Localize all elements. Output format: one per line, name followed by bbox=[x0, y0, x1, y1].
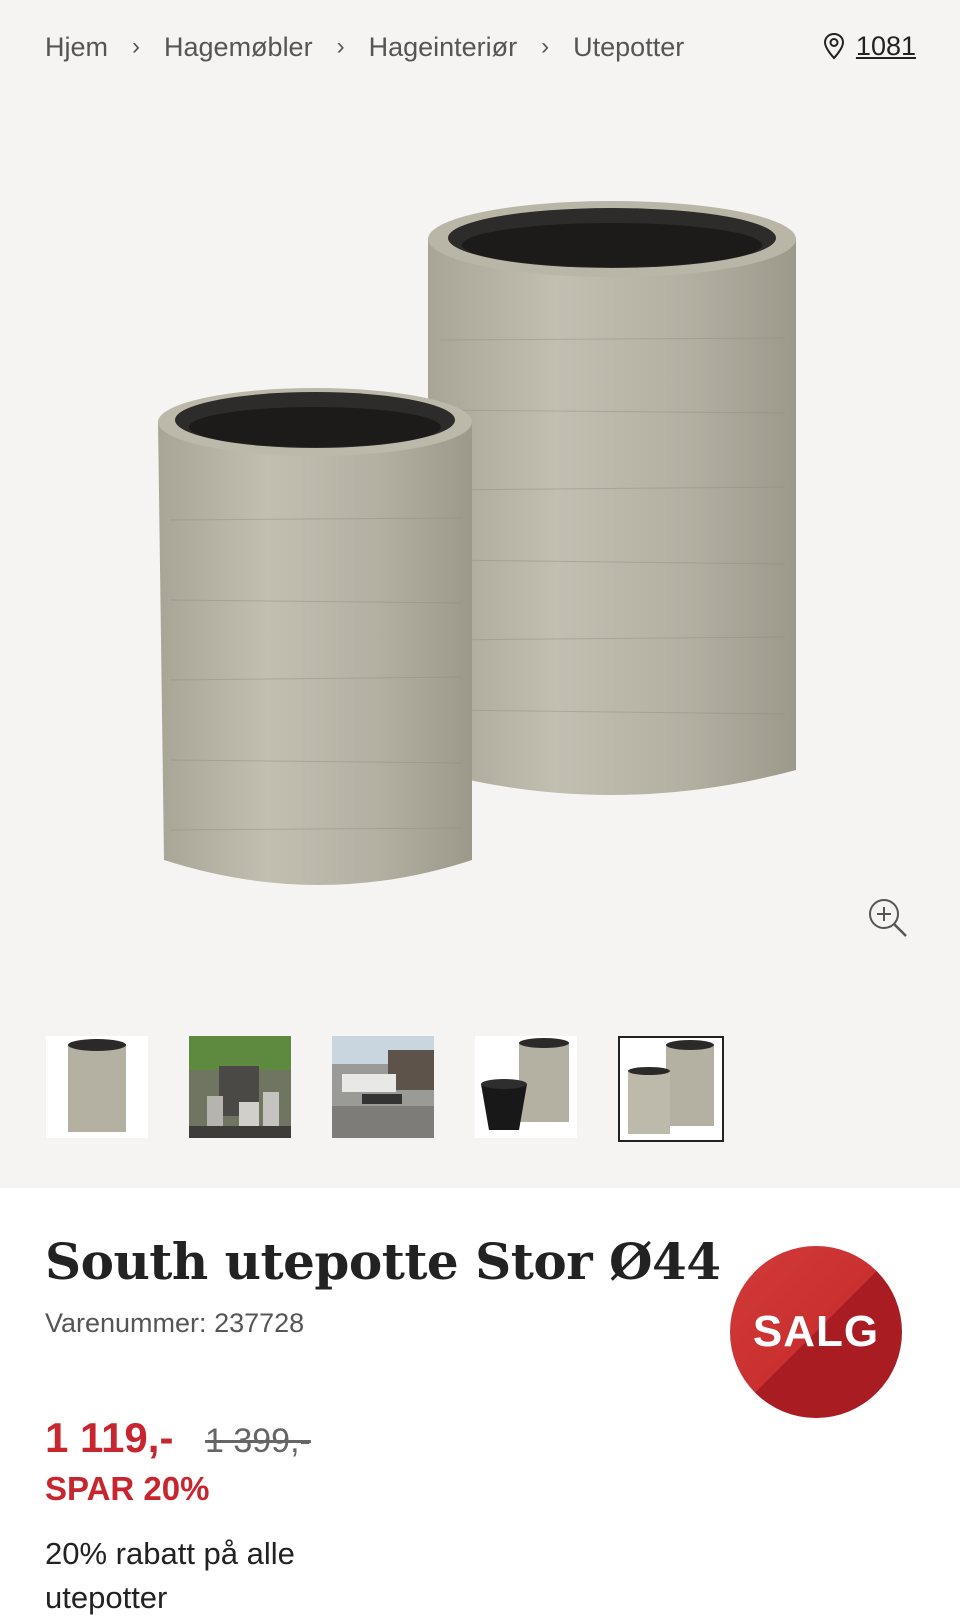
large-pot bbox=[428, 201, 796, 795]
thumbnail-2[interactable] bbox=[189, 1036, 291, 1138]
product-main-image[interactable] bbox=[0, 80, 960, 980]
store-code[interactable]: 1081 bbox=[856, 31, 916, 62]
current-price: 1 119,- bbox=[45, 1414, 174, 1461]
sale-badge: SALG bbox=[730, 1246, 902, 1418]
thumbnail-4[interactable] bbox=[475, 1036, 577, 1138]
store-selector[interactable]: 1081 bbox=[822, 26, 916, 66]
thumbnail-1[interactable] bbox=[46, 1036, 148, 1138]
chevron-right-icon: › bbox=[541, 33, 550, 60]
product-gallery: Hjem › Hagemøbler › Hageinteriør › Utepo… bbox=[0, 0, 960, 1188]
zoom-in-icon[interactable] bbox=[866, 896, 910, 940]
sku-value: 237728 bbox=[214, 1308, 305, 1338]
thumbnail-3[interactable] bbox=[332, 1036, 434, 1138]
breadcrumb-garden-interior[interactable]: Hageinteriør bbox=[369, 32, 518, 63]
sku-label: Varenummer: bbox=[45, 1308, 207, 1338]
savings-label: SPAR 20% bbox=[45, 1470, 210, 1507]
breadcrumb: Hjem › Hagemøbler › Hageinteriør › Utepo… bbox=[45, 22, 684, 72]
breadcrumb-home[interactable]: Hjem bbox=[45, 32, 108, 63]
sku: Varenummer: 237728 bbox=[45, 1308, 304, 1339]
original-price: 1 399,- bbox=[205, 1422, 311, 1460]
small-pot bbox=[158, 388, 472, 885]
promo-text: 20% rabatt på alle utepotter bbox=[45, 1536, 295, 1615]
thumbnail-5-selected[interactable] bbox=[618, 1036, 724, 1142]
chevron-right-icon: › bbox=[336, 33, 345, 60]
chevron-right-icon: › bbox=[132, 33, 141, 60]
product-title: South utepotte Stor Ø44 bbox=[45, 1232, 721, 1291]
breadcrumb-outdoor-pots[interactable]: Utepotter bbox=[573, 32, 684, 63]
breadcrumb-garden-furniture[interactable]: Hagemøbler bbox=[164, 32, 313, 63]
sale-badge-label: SALG bbox=[752, 1307, 880, 1356]
location-pin-icon bbox=[823, 32, 844, 60]
